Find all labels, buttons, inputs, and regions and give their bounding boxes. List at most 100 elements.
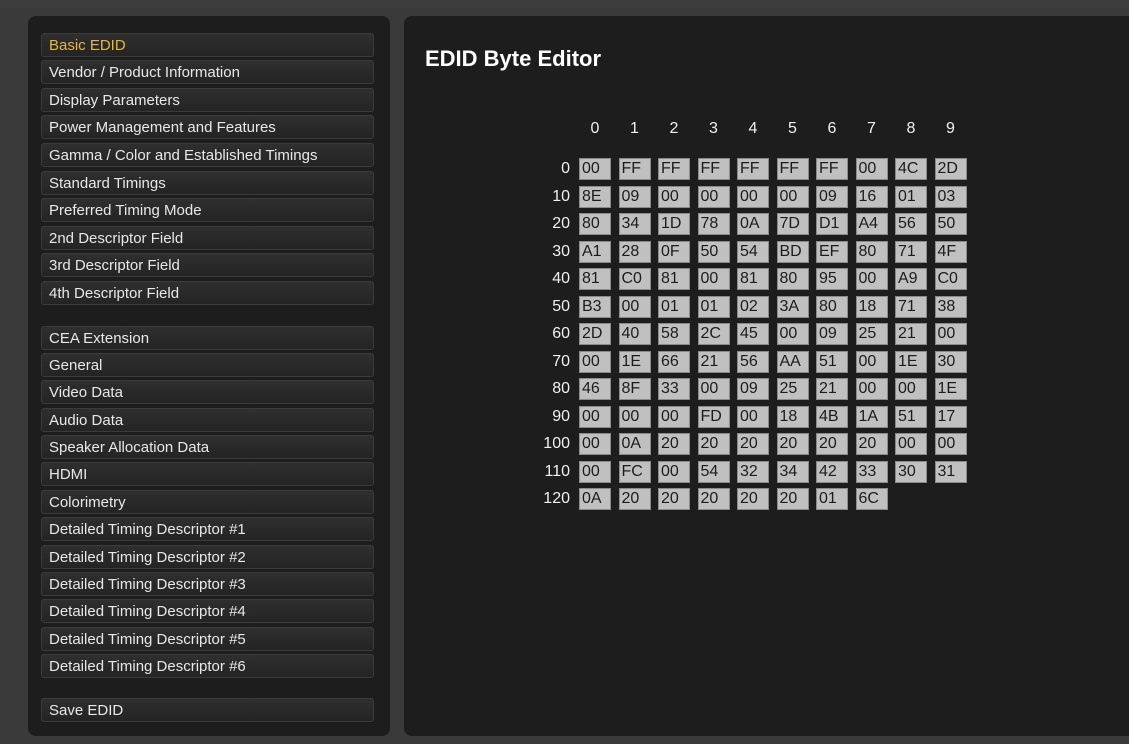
byte-cell[interactable]: 00 [618,405,651,428]
sidebar-item-detailed-timing-descriptor-1[interactable]: Detailed Timing Descriptor #1 [41,517,374,541]
byte-cell[interactable]: 01 [697,295,730,318]
byte-cell[interactable]: 31 [934,460,967,483]
byte-cell[interactable]: 30 [934,350,967,373]
byte-cell[interactable]: 6C [855,488,888,510]
sidebar-item-detailed-timing-descriptor-4[interactable]: Detailed Timing Descriptor #4 [41,599,374,623]
byte-cell[interactable]: 00 [658,460,690,483]
byte-cell[interactable]: 00 [697,378,730,400]
byte-cell[interactable]: 01 [895,185,927,208]
byte-cell[interactable]: 21 [816,378,848,400]
sidebar-item-detailed-timing-descriptor-5[interactable]: Detailed Timing Descriptor #5 [41,627,374,651]
byte-cell[interactable]: 21 [697,350,730,373]
sidebar-item-2nd-descriptor-field[interactable]: 2nd Descriptor Field [41,226,374,250]
byte-cell[interactable]: 40 [618,323,651,345]
byte-cell[interactable]: 1E [934,378,967,400]
byte-cell[interactable]: 4B [816,405,848,428]
byte-cell[interactable]: EF [816,240,848,263]
byte-cell[interactable]: 81 [579,268,611,290]
byte-cell[interactable]: 42 [816,460,848,483]
byte-cell[interactable]: 00 [895,433,927,455]
byte-cell[interactable]: 50 [934,213,967,235]
byte-cell[interactable]: 00 [855,378,888,400]
sidebar-item-standard-timings[interactable]: Standard Timings [41,171,374,195]
byte-cell[interactable]: 80 [776,268,809,290]
byte-cell[interactable]: 00 [579,350,611,373]
byte-cell[interactable]: 56 [895,213,927,235]
sidebar-item-general[interactable]: General [41,353,374,377]
byte-cell[interactable]: 20 [737,433,769,455]
byte-cell[interactable]: 3A [776,295,809,318]
sidebar-item-4th-descriptor-field[interactable]: 4th Descriptor Field [41,281,374,305]
byte-cell[interactable]: FF [618,158,651,180]
byte-cell[interactable]: 16 [855,185,888,208]
byte-cell[interactable]: 20 [776,488,809,510]
byte-cell[interactable]: A1 [579,240,611,263]
sidebar-item-gamma-color-and-established-timings[interactable]: Gamma / Color and Established Timings [41,143,374,167]
byte-cell[interactable]: AA [776,350,809,373]
byte-cell[interactable]: D1 [816,213,848,235]
byte-cell[interactable]: 1D [658,213,690,235]
byte-cell[interactable]: C0 [934,268,967,290]
byte-cell[interactable]: 81 [737,268,769,290]
byte-cell[interactable]: 78 [697,213,730,235]
byte-cell[interactable]: 20 [697,433,730,455]
byte-cell[interactable]: 00 [579,405,611,428]
sidebar-item-audio-data[interactable]: Audio Data [41,408,374,432]
byte-cell[interactable]: B3 [579,295,611,318]
byte-cell[interactable]: 38 [934,295,967,318]
byte-cell[interactable]: 00 [618,295,651,318]
sidebar-item-detailed-timing-descriptor-6[interactable]: Detailed Timing Descriptor #6 [41,654,374,678]
byte-cell[interactable]: 00 [579,158,611,180]
byte-cell[interactable]: 25 [855,323,888,345]
byte-cell[interactable]: 46 [579,378,611,400]
byte-cell[interactable]: 2D [934,158,967,180]
byte-cell[interactable]: 66 [658,350,690,373]
byte-cell[interactable]: 00 [934,433,967,455]
byte-cell[interactable]: FF [697,158,730,180]
byte-cell[interactable]: 18 [776,405,809,428]
byte-cell[interactable]: 51 [895,405,927,428]
byte-cell[interactable]: 58 [658,323,690,345]
byte-cell[interactable]: FF [776,158,809,180]
byte-cell[interactable]: 1E [895,350,927,373]
byte-cell[interactable]: C0 [618,268,651,290]
byte-cell[interactable]: 17 [934,405,967,428]
byte-cell[interactable]: 50 [697,240,730,263]
byte-cell[interactable]: 2C [697,323,730,345]
byte-cell[interactable]: 7D [776,213,809,235]
byte-cell[interactable]: 03 [934,185,967,208]
sidebar-item-basic-edid[interactable]: Basic EDID [41,33,374,57]
byte-cell[interactable]: 28 [618,240,651,263]
byte-cell[interactable]: A9 [895,268,927,290]
byte-cell[interactable]: 20 [776,433,809,455]
sidebar-item-colorimetry[interactable]: Colorimetry [41,490,374,514]
sidebar-item-3rd-descriptor-field[interactable]: 3rd Descriptor Field [41,253,374,277]
sidebar-item-speaker-allocation-data[interactable]: Speaker Allocation Data [41,435,374,459]
byte-cell[interactable]: 0A [737,213,769,235]
byte-cell[interactable]: 20 [697,488,730,510]
byte-cell[interactable]: 00 [737,405,769,428]
byte-cell[interactable]: 56 [737,350,769,373]
sidebar-item-vendor-product-information[interactable]: Vendor / Product Information [41,60,374,84]
byte-cell[interactable]: 00 [776,185,809,208]
byte-cell[interactable]: 0A [579,488,611,510]
byte-cell[interactable]: 00 [697,185,730,208]
sidebar-item-display-parameters[interactable]: Display Parameters [41,88,374,112]
byte-cell[interactable]: 2D [579,323,611,345]
sidebar-item-detailed-timing-descriptor-3[interactable]: Detailed Timing Descriptor #3 [41,572,374,596]
byte-cell[interactable]: 80 [855,240,888,263]
byte-cell[interactable]: 80 [816,295,848,318]
byte-cell[interactable]: FD [697,405,730,428]
byte-cell[interactable]: 80 [579,213,611,235]
byte-cell[interactable]: 18 [855,295,888,318]
byte-cell[interactable]: 71 [895,240,927,263]
byte-cell[interactable]: 01 [816,488,848,510]
byte-cell[interactable]: 00 [697,268,730,290]
byte-cell[interactable]: 8F [618,378,651,400]
sidebar-item-preferred-timing-mode[interactable]: Preferred Timing Mode [41,198,374,222]
byte-cell[interactable]: 20 [658,433,690,455]
byte-cell[interactable]: BD [776,240,809,263]
byte-cell[interactable]: 00 [658,405,690,428]
byte-cell[interactable]: 00 [895,378,927,400]
byte-cell[interactable]: 21 [895,323,927,345]
